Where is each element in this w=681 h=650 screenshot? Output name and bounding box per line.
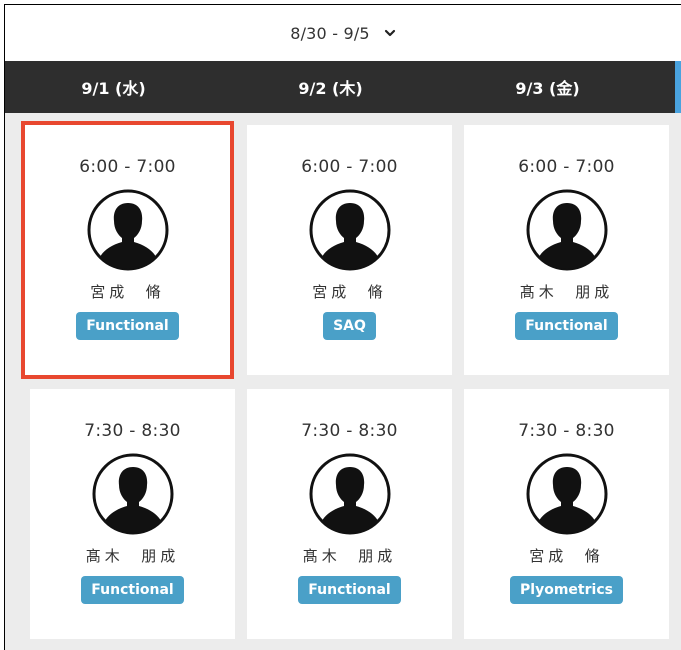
session-time: 6:00 - 7:00 — [301, 157, 398, 177]
day-tab-2[interactable]: 9/2 (木) — [222, 61, 439, 113]
avatar-silhouette-icon — [526, 453, 607, 535]
trainer-name: 髙木 朋成 — [519, 283, 614, 301]
day-tab-3[interactable]: 9/3 (金) — [439, 61, 656, 113]
session-time: 7:30 - 8:30 — [518, 421, 615, 441]
session-time: 6:00 - 7:00 — [518, 157, 615, 177]
avatar-silhouette-icon — [309, 189, 390, 271]
schedule-frame: 8/30 - 9/5 9/1 (水) 9/2 (木) 9/3 (金) 6:00 … — [4, 4, 681, 650]
category-tag[interactable]: Plyometrics — [510, 576, 623, 604]
category-tag[interactable]: SAQ — [323, 312, 376, 340]
session-card[interactable]: 7:30 - 8:30 髙木 朋成 Functional — [247, 389, 452, 639]
session-card[interactable]: 6:00 - 7:00 宮成 脩 Functional — [21, 121, 234, 379]
category-tag[interactable]: Functional — [298, 576, 401, 604]
category-tag[interactable]: Functional — [81, 576, 184, 604]
avatar-silhouette-icon — [92, 453, 173, 535]
week-label: 8/30 - 9/5 — [290, 23, 370, 43]
session-card[interactable]: 6:00 - 7:00 宮成 脩 SAQ — [247, 125, 452, 375]
session-card[interactable]: 7:30 - 8:30 髙木 朋成 Functional — [30, 389, 235, 639]
session-grid: 6:00 - 7:00 宮成 脩 Functional 6:00 - 7:00 … — [5, 113, 681, 650]
trainer-name: 髙木 朋成 — [302, 547, 397, 565]
session-time: 6:00 - 7:00 — [79, 157, 176, 177]
week-selector[interactable]: 8/30 - 9/5 — [290, 24, 396, 43]
session-card[interactable]: 7:30 - 8:30 宮成 脩 Plyometrics — [464, 389, 669, 639]
chevron-down-icon — [384, 29, 395, 37]
day-header: 9/1 (水) 9/2 (木) 9/3 (金) — [5, 61, 675, 113]
trainer-name: 宮成 脩 — [529, 547, 604, 565]
trainer-name: 髙木 朋成 — [85, 547, 180, 565]
session-card[interactable]: 6:00 - 7:00 髙木 朋成 Functional — [464, 125, 669, 375]
trainer-name: 宮成 脩 — [312, 283, 387, 301]
category-tag[interactable]: Functional — [76, 312, 179, 340]
scroll-indicator — [675, 61, 681, 113]
session-time: 7:30 - 8:30 — [301, 421, 398, 441]
avatar-silhouette-icon — [87, 189, 168, 271]
day-tab-1[interactable]: 9/1 (水) — [5, 61, 222, 113]
category-tag[interactable]: Functional — [515, 312, 618, 340]
avatar-silhouette-icon — [526, 189, 607, 271]
trainer-name: 宮成 脩 — [90, 283, 165, 301]
week-bar: 8/30 - 9/5 — [5, 5, 681, 61]
session-time: 7:30 - 8:30 — [84, 421, 181, 441]
avatar-silhouette-icon — [309, 453, 390, 535]
